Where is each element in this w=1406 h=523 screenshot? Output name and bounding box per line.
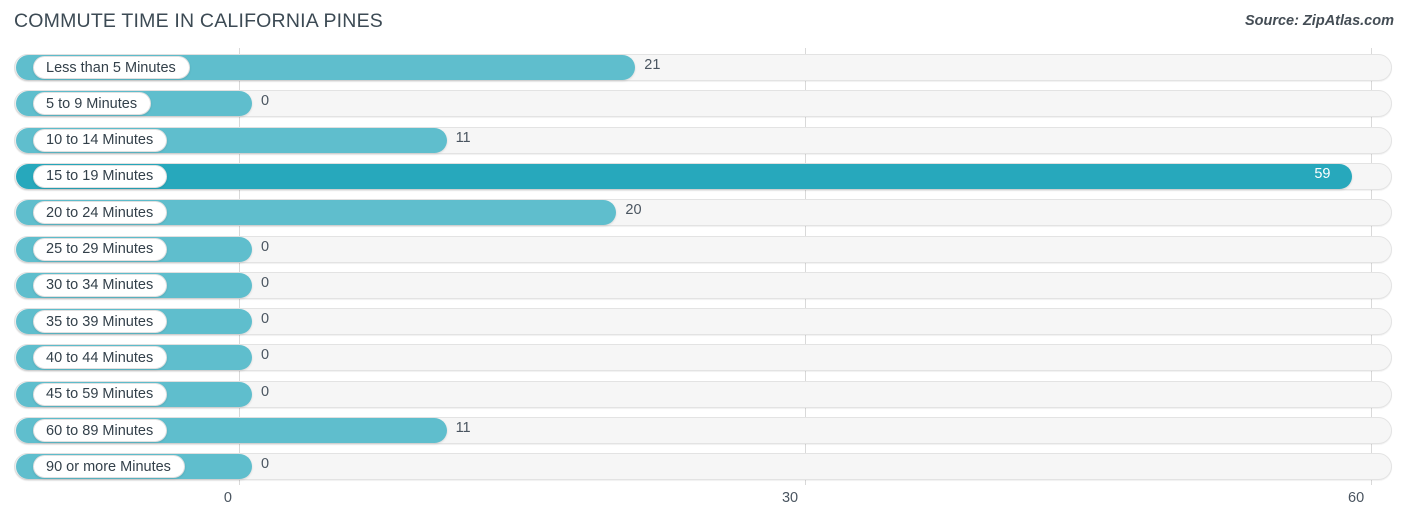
source-attribution: Source: ZipAtlas.com xyxy=(1244,13,1394,29)
bar-4[interactable] xyxy=(16,163,1353,189)
bar-value-label: 0 xyxy=(261,456,270,473)
category-label: 25 to 29 Minutes xyxy=(33,237,168,261)
bar-value-label: 0 xyxy=(261,347,270,364)
chart-row[interactable]: 15 to 19 Minutes 59 xyxy=(0,161,1406,194)
bar-value-label: 0 xyxy=(261,93,270,110)
chart-row[interactable]: 35 to 39 Minutes 0 xyxy=(0,306,1406,339)
category-label: 40 to 44 Minutes xyxy=(33,346,168,370)
bar-value-label: 0 xyxy=(261,238,270,255)
chart-row[interactable]: 45 to 59 Minutes 0 xyxy=(0,379,1406,412)
bar-value-label: 11 xyxy=(455,129,471,146)
x-axis-tick-label: 30 xyxy=(781,490,799,506)
bar-value-label: 11 xyxy=(455,420,471,436)
chart-row[interactable]: Less than 5 Minutes 21 xyxy=(0,52,1406,85)
bar-value-label: 59 xyxy=(1314,165,1331,182)
x-axis-tick-label: 60 xyxy=(1348,490,1365,506)
page-title: COMMUTE TIME IN CALIFORNIA PINES xyxy=(14,10,383,32)
bar-value-label: 21 xyxy=(644,57,661,73)
chart-row[interactable]: 5 to 9 Minutes 0 xyxy=(0,88,1406,121)
chart-row[interactable]: 25 to 29 Minutes 0 xyxy=(0,234,1406,267)
x-axis: 0 30 60 xyxy=(0,485,1406,523)
chart-row[interactable]: 30 to 34 Minutes 0 xyxy=(0,270,1406,303)
category-label: 10 to 14 Minutes xyxy=(33,128,168,152)
category-label: 20 to 24 Minutes xyxy=(33,201,168,225)
chart-row[interactable]: 10 to 14 Minutes 11 xyxy=(0,125,1406,158)
category-label: 5 to 9 Minutes xyxy=(33,92,152,116)
category-label: 90 or more Minutes xyxy=(33,455,185,479)
chart-row[interactable]: 60 to 89 Minutes 11 xyxy=(0,415,1406,448)
category-label: 45 to 59 Minutes xyxy=(33,382,168,406)
category-label: 35 to 39 Minutes xyxy=(33,310,168,334)
category-label: Less than 5 Minutes xyxy=(33,56,190,79)
x-axis-tick-label: 0 xyxy=(223,490,232,506)
chart-plot-area: Less than 5 Minutes 21 5 to 9 Minutes 0 10 t… xyxy=(0,48,1406,485)
chart-row[interactable]: 90 or more Minutes 0 xyxy=(0,451,1406,484)
bar-value-label: 0 xyxy=(261,311,270,328)
category-label: 30 to 34 Minutes xyxy=(33,273,168,297)
bar-value-label: 20 xyxy=(625,202,642,219)
category-label: 60 to 89 Minutes xyxy=(33,419,168,442)
bar-value-label: 0 xyxy=(261,383,270,400)
chart-row[interactable]: 40 to 44 Minutes 0 xyxy=(0,342,1406,375)
chart-header: COMMUTE TIME IN CALIFORNIA PINES Source:… xyxy=(0,0,1406,45)
bar-value-label: 0 xyxy=(261,274,270,291)
category-label: 15 to 19 Minutes xyxy=(33,164,168,188)
chart-row[interactable]: 20 to 24 Minutes 20 xyxy=(0,197,1406,230)
